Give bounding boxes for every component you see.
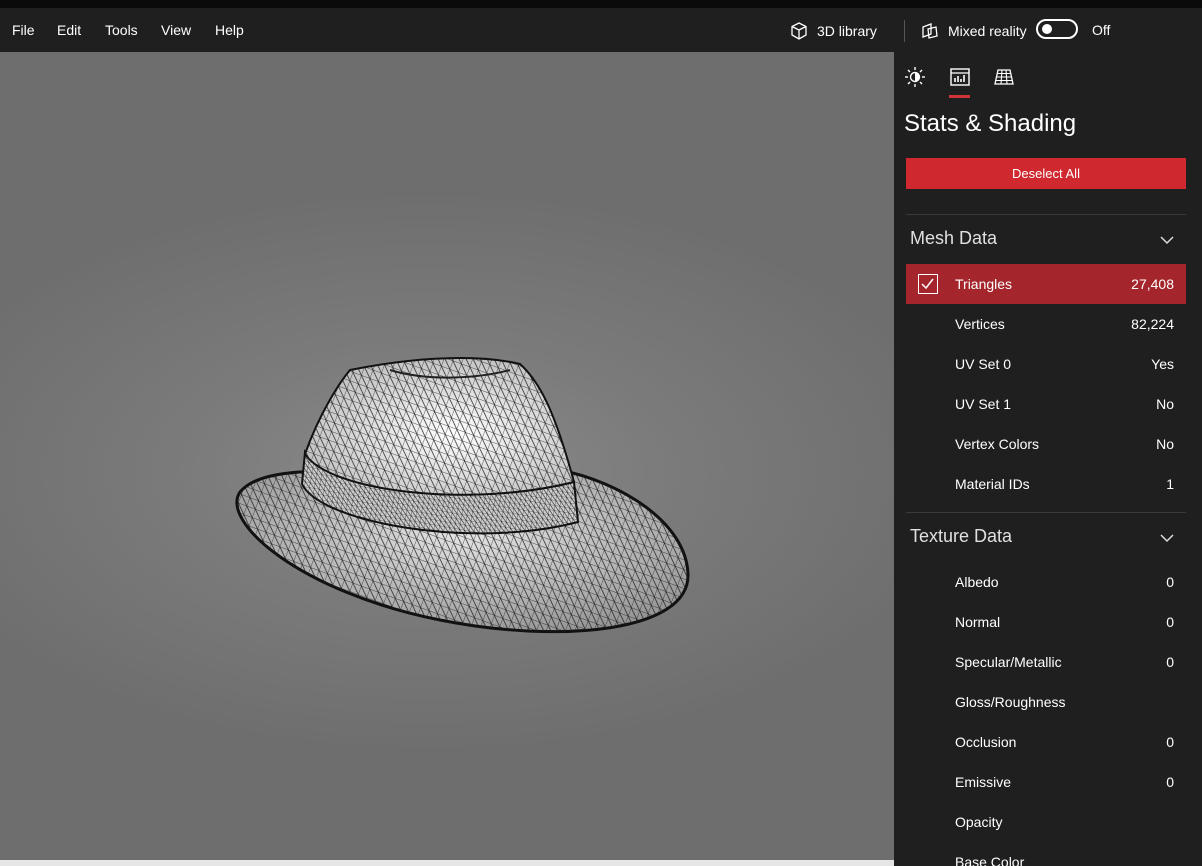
row-label: Occlusion [955,734,1017,750]
row-label: Vertex Colors [955,436,1040,452]
row-label: Albedo [955,574,999,590]
cube-icon [791,22,807,40]
row-value: 82,224 [1131,316,1174,332]
toggle-knob [1042,24,1052,34]
texture-data-header[interactable]: Texture Data [910,526,1012,547]
3d-viewport[interactable] [0,52,894,860]
3d-library-button[interactable]: 3D library [789,21,877,41]
toggle-state-label: Off [1092,22,1111,38]
mixed-reality-button[interactable]: Mixed reality [920,21,1027,41]
mesh-row-triangles[interactable]: Triangles 27,408 [906,264,1186,304]
section-divider [906,214,1186,215]
texture-row-opacity[interactable]: Opacity [906,802,1186,842]
row-label: Material IDs [955,476,1030,492]
row-label: Normal [955,614,1001,630]
mesh-row-uv-set-0[interactable]: UV Set 0 Yes [906,344,1186,384]
checkbox-checked[interactable] [918,274,938,294]
texture-row-base-color[interactable]: Base Color [906,842,1186,866]
texture-row-gloss-roughness[interactable]: Gloss/Roughness [906,682,1186,722]
viewport-bottom-edge [0,860,894,866]
chevron-down-icon[interactable] [1160,531,1174,545]
row-value: No [1156,396,1174,412]
row-label: Emissive [955,774,1012,790]
mesh-row-uv-set-1[interactable]: UV Set 1 No [906,384,1186,424]
chevron-down-icon[interactable] [1160,233,1174,247]
mixed-reality-icon [922,23,938,39]
texture-row-emissive[interactable]: Emissive 0 [906,762,1186,802]
row-value: 0 [1166,734,1174,750]
active-tab-indicator [949,95,970,98]
row-label: Base Color [955,854,1025,866]
3d-library-label: 3D library [817,23,877,39]
row-label: Vertices [955,316,1005,332]
menu-bar: File Edit Tools View Help 3D library Mix… [0,8,1202,52]
menu-edit[interactable]: Edit [57,22,81,38]
row-label: Gloss/Roughness [955,694,1066,710]
section-divider [906,512,1186,513]
row-label: Specular/Metallic [955,654,1062,670]
mesh-row-vertex-colors[interactable]: Vertex Colors No [906,424,1186,464]
mixed-reality-toggle[interactable] [1036,19,1078,39]
row-value: 0 [1166,574,1174,590]
row-label: Opacity [955,814,1003,830]
deselect-all-button[interactable]: Deselect All [906,158,1186,189]
row-value: No [1156,436,1174,452]
mesh-data-header[interactable]: Mesh Data [910,228,997,249]
stats-chart-icon[interactable] [949,66,971,88]
mesh-row-material-ids[interactable]: Material IDs 1 [906,464,1186,504]
toolbar-separator [904,20,905,42]
hat-model-wireframe[interactable] [0,52,894,860]
row-value: 0 [1166,774,1174,790]
menu-file[interactable]: File [12,22,35,38]
row-label: Triangles [955,276,1013,292]
menu-view[interactable]: View [161,22,191,38]
panel-title: Stats & Shading [904,110,1077,137]
sun-icon[interactable] [904,66,926,88]
texture-row-specular-metallic[interactable]: Specular/Metallic 0 [906,642,1186,682]
texture-row-occlusion[interactable]: Occlusion 0 [906,722,1186,762]
stats-shading-panel: Stats & Shading Deselect All Mesh Data T… [894,52,1202,866]
menu-tools[interactable]: Tools [105,22,138,38]
texture-row-normal[interactable]: Normal 0 [906,602,1186,642]
row-value: 1 [1166,476,1174,492]
row-value: 0 [1166,614,1174,630]
row-value: 0 [1166,654,1174,670]
grid-icon[interactable] [993,66,1015,88]
menu-help[interactable]: Help [215,22,244,38]
mesh-row-vertices[interactable]: Vertices 82,224 [906,304,1186,344]
mixed-reality-label: Mixed reality [948,23,1027,39]
checkmark-icon [921,278,934,290]
texture-row-albedo[interactable]: Albedo 0 [906,562,1186,602]
title-bar-strip [0,0,1202,8]
row-label: UV Set 1 [955,396,1012,412]
row-value: Yes [1151,356,1174,372]
row-label: UV Set 0 [955,356,1012,372]
row-value: 27,408 [1131,276,1174,292]
